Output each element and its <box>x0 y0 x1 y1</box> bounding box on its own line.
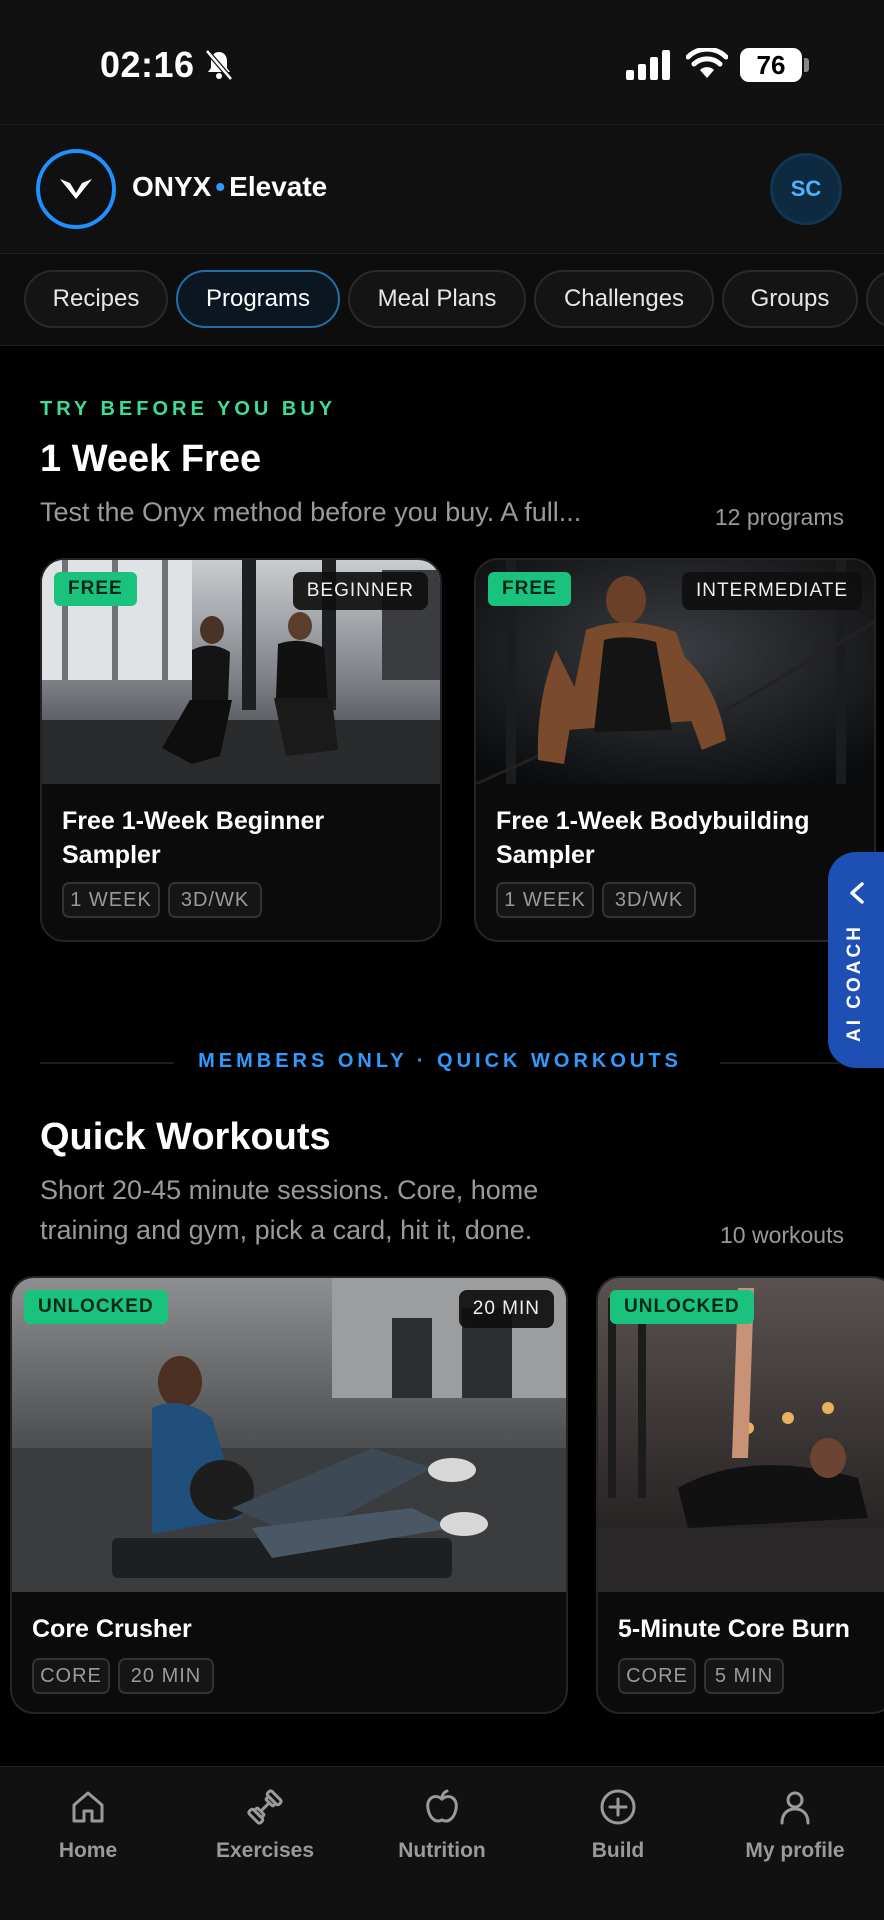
trial-eyebrow: TRY BEFORE YOU BUY <box>40 398 337 420</box>
tab-challenges[interactable]: Challenges <box>534 270 714 328</box>
workout-title: Core Crusher <box>32 1615 192 1643</box>
tab-recipes[interactable]: Recipes <box>24 270 168 328</box>
nav-exercises-label: Exercises <box>215 1839 315 1862</box>
status-bar: 02:16 76 <box>0 0 884 124</box>
chevron-logo-icon <box>60 179 92 199</box>
level-badge: BEGINNER <box>292 572 428 610</box>
quick-subtitle-line-1: Short 20-45 minute sessions. Core, home <box>40 1175 539 1205</box>
tag-category: CORE <box>32 1658 110 1694</box>
nav-exercises[interactable]: Exercises <box>177 1767 353 1887</box>
app-header: ONYX • Elevate SC <box>0 124 884 254</box>
workout-card[interactable]: UNLOCKED 5-Minute Core Burn CORE 5 MIN <box>596 1276 884 1714</box>
nav-nutrition-label: Nutrition <box>398 1839 486 1862</box>
free-badge: FREE <box>488 572 571 606</box>
nav-build[interactable]: Build <box>530 1767 706 1887</box>
home-icon <box>72 1791 104 1823</box>
brand-dot: • <box>215 171 226 202</box>
person-icon <box>780 1791 810 1825</box>
apple-icon <box>426 1789 458 1823</box>
level-badge: INTERMEDIATE <box>681 572 862 610</box>
tag-duration: 20 MIN <box>118 1658 214 1694</box>
tag-frequency: 3D/WK <box>168 882 262 918</box>
trial-subtitle: Test the Onyx method before you buy. A f… <box>40 497 582 527</box>
dumbbell-icon <box>247 1789 283 1825</box>
battery-indicator: 76 <box>740 48 802 82</box>
plus-circle-icon <box>600 1789 636 1825</box>
ai-coach-label: AI COACH <box>844 924 865 1042</box>
free-badge: FREE <box>54 572 137 606</box>
program-title: Free 1-Week Bodybuilding Sampler <box>496 807 810 869</box>
nav-profile-label: My profile <box>745 1839 845 1862</box>
bottom-nav: Home Exercises Nutrition Build My profil… <box>0 1766 884 1920</box>
quick-title: Quick Workouts <box>40 1116 331 1158</box>
brand-sub: Elevate <box>229 171 328 202</box>
signal-icon <box>626 50 670 80</box>
ai-coach-tab[interactable]: AI COACH <box>828 852 884 1068</box>
tag-duration: 1 WEEK <box>496 882 594 918</box>
nav-home[interactable]: Home <box>0 1767 176 1887</box>
tab-meal-plans[interactable]: Meal Plans <box>348 270 526 328</box>
program-card[interactable]: FREE BEGINNER Free 1-Week Beginner Sampl… <box>40 558 442 942</box>
tag-category: CORE <box>618 1658 696 1694</box>
status-time: 02:16 <box>100 44 195 85</box>
wifi-icon <box>686 48 728 78</box>
brand-name: ONYX <box>132 171 212 202</box>
workout-card[interactable]: UNLOCKED 20 MIN Core Crusher CORE 20 MIN <box>10 1276 568 1714</box>
category-tabs: Recipes Programs Meal Plans Challenges G… <box>0 254 884 346</box>
quick-count: 10 workouts <box>719 1222 844 1248</box>
trial-title: 1 Week Free <box>40 438 262 480</box>
divider-right <box>720 1062 840 1064</box>
trial-count: 12 programs <box>714 504 844 530</box>
brand-title: ONYX • Elevate <box>132 171 327 203</box>
nav-profile[interactable]: My profile <box>707 1767 883 1887</box>
unlocked-badge: UNLOCKED <box>24 1290 168 1324</box>
battery-nub <box>804 58 809 72</box>
nav-build-label: Build <box>591 1839 645 1862</box>
workout-photo <box>598 1278 884 1592</box>
avatar[interactable]: SC <box>770 153 842 225</box>
unlocked-badge: UNLOCKED <box>610 1290 754 1324</box>
tab-groups[interactable]: Groups <box>722 270 858 328</box>
tag-duration: 1 WEEK <box>62 882 160 918</box>
tag-frequency: 3D/WK <box>602 882 696 918</box>
nav-home-label: Home <box>58 1839 118 1862</box>
nav-nutrition[interactable]: Nutrition <box>354 1767 530 1887</box>
bell-muted-icon <box>205 49 233 81</box>
program-card[interactable]: FREE INTERMEDIATE Free 1-Week Bodybuildi… <box>474 558 876 942</box>
workout-title: 5-Minute Core Burn <box>618 1615 850 1643</box>
tag-duration: 5 MIN <box>704 1658 784 1694</box>
program-title: Free 1-Week Beginner Sampler <box>62 807 325 869</box>
chevron-left-icon <box>850 882 864 904</box>
onyx-logo[interactable] <box>36 149 116 229</box>
quick-subtitle-line-2: training and gym, pick a card, hit it, d… <box>40 1215 533 1245</box>
tab-programs[interactable]: Programs <box>176 270 340 328</box>
duration-badge: 20 MIN <box>458 1290 554 1328</box>
tab-more[interactable] <box>866 270 884 328</box>
members-divider-label: MEMBERS ONLY · QUICK WORKOUTS <box>198 1050 682 1072</box>
